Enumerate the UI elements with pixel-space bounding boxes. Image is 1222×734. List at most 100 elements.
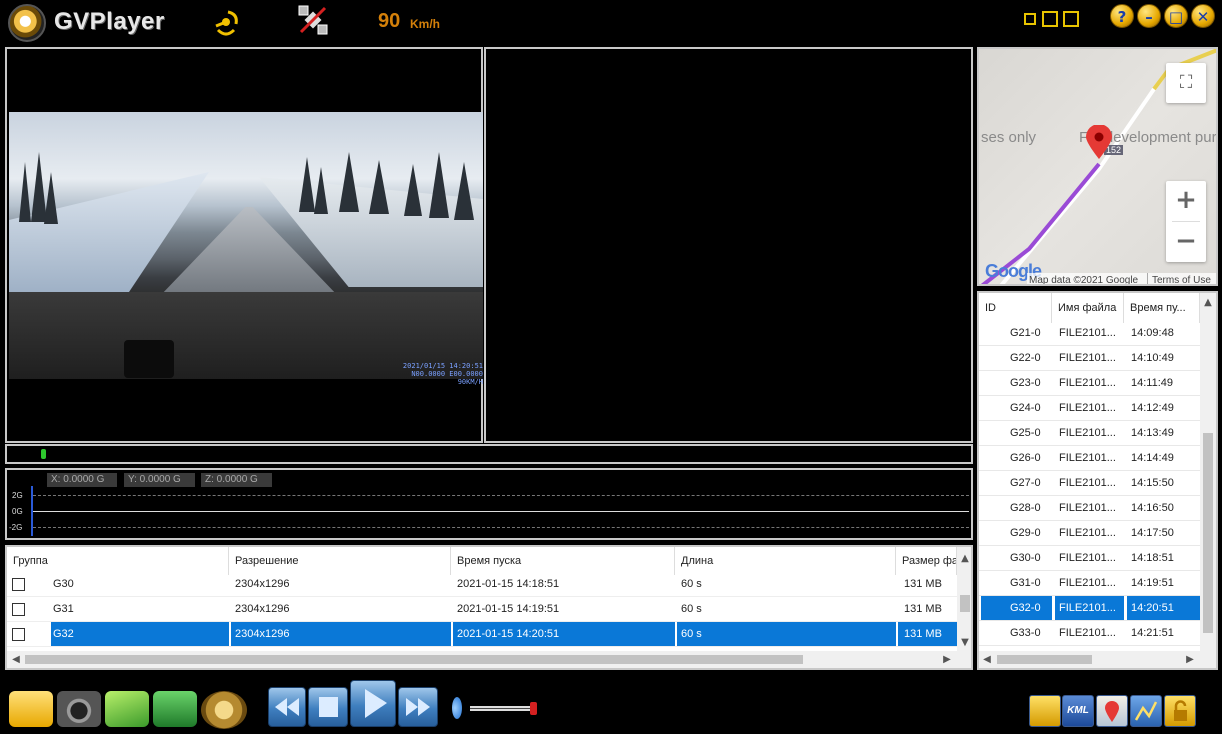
size-cell: 131 MB	[904, 578, 942, 590]
kml-button[interactable]: KML	[1062, 695, 1094, 727]
g-cursor	[31, 486, 33, 536]
scroll-up-arrow[interactable]: ▲	[957, 553, 971, 564]
scroll-left-arrow[interactable]: ◀	[10, 654, 22, 665]
file-list-row[interactable]: G27-0 FILE2101... 14:15:50	[979, 471, 1200, 496]
scroll-up-arrow[interactable]: ▲	[1200, 297, 1216, 308]
g-scale-mid: 0G	[12, 507, 23, 516]
rear-camera-view[interactable]	[484, 47, 973, 443]
satellite-icon	[298, 5, 328, 35]
scroll-left-arrow[interactable]: ◀	[981, 654, 993, 665]
fullscreen-button[interactable]: ⛶	[1166, 63, 1206, 103]
file-name: FILE2101...	[1059, 452, 1116, 464]
scroll-right-arrow[interactable]: ▶	[941, 654, 953, 665]
file-list-row[interactable]: G24-0 FILE2101... 14:12:49	[979, 396, 1200, 421]
file-list-row[interactable]: G33-0 FILE2101... 14:21:51	[979, 621, 1200, 646]
settings-gear-icon[interactable]	[201, 691, 247, 729]
vertical-scrollbar[interactable]: ▲ ▼	[957, 547, 971, 651]
column-header-id[interactable]: ID	[979, 293, 1052, 323]
file-name: FILE2101...	[1059, 352, 1116, 364]
file-list-row[interactable]: G23-0 FILE2101... 14:11:49	[979, 371, 1200, 396]
file-list-row[interactable]: G28-0 FILE2101... 14:16:50	[979, 496, 1200, 521]
timeline-position-marker[interactable]	[41, 449, 46, 459]
file-list-row[interactable]: G31-0 FILE2101... 14:19:51	[979, 571, 1200, 596]
open-folder-icon[interactable]	[9, 691, 53, 727]
close-button[interactable]: ✕	[1191, 4, 1215, 28]
file-time: 14:15:50	[1131, 477, 1174, 489]
file-name: FILE2101...	[1055, 596, 1124, 620]
map-view[interactable]: ses only Fo development pur 152 ⛶ + − Go…	[977, 47, 1218, 286]
column-header-resolution[interactable]: Разрешение	[229, 547, 451, 575]
map-button[interactable]	[1096, 695, 1128, 727]
scroll-down-arrow[interactable]: ▼	[957, 637, 971, 648]
save-disk-icon[interactable]	[105, 691, 149, 727]
file-list: ID Имя файла Время пу... G21-0 FILE2101..…	[977, 291, 1218, 670]
file-list-row[interactable]: G26-0 FILE2101... 14:14:49	[979, 446, 1200, 471]
horizontal-scrollbar[interactable]: ◀ ▶	[7, 651, 971, 668]
column-header-filename[interactable]: Имя файла	[1052, 293, 1124, 323]
group-cell: G32	[51, 622, 229, 646]
size-cell: 131 MB	[904, 603, 942, 615]
maximize-button[interactable]: □	[1164, 4, 1188, 28]
scroll-thumb[interactable]	[960, 595, 970, 612]
size-cell: 131 MB	[898, 622, 957, 646]
scroll-thumb[interactable]	[25, 655, 803, 664]
g-scale-bot: -2G	[9, 523, 23, 532]
column-header-time[interactable]: Время пу...	[1124, 293, 1200, 323]
zoom-control: + −	[1166, 181, 1206, 262]
graph-button[interactable]	[1130, 695, 1162, 727]
table-row[interactable]: G32 2304x1296 2021-01-15 14:20:51 60 s 131 M…	[7, 622, 957, 647]
vertical-scrollbar[interactable]: ▲	[1200, 293, 1216, 651]
front-camera-view[interactable]: 2021/01/15 14:20:51 N00.0000 E00.0000 90…	[5, 47, 483, 443]
layout-map-button[interactable]	[1063, 11, 1079, 27]
layout-dual-button[interactable]	[1042, 11, 1058, 27]
file-list-row[interactable]: G30-0 FILE2101... 14:18:51	[979, 546, 1200, 571]
recycle-bin-icon[interactable]	[153, 691, 197, 727]
g-gridline	[33, 527, 969, 528]
g-zero-line	[33, 511, 969, 512]
volume-slider[interactable]	[470, 706, 536, 711]
file-list-row[interactable]: G32-0 FILE2101... 14:20:51	[979, 596, 1200, 621]
minimize-button[interactable]: –	[1137, 4, 1161, 28]
column-header-length[interactable]: Длина	[675, 547, 896, 575]
file-time: 14:10:49	[1131, 352, 1174, 364]
stop-button[interactable]	[308, 687, 348, 727]
row-checkbox[interactable]	[12, 603, 25, 616]
file-list-row[interactable]: G22-0 FILE2101... 14:10:49	[979, 346, 1200, 371]
layout-single-button[interactable]	[1024, 13, 1036, 25]
table-row[interactable]: G31 2304x1296 2021-01-15 14:19:51 60 s 131 M…	[7, 597, 957, 622]
scroll-thumb[interactable]	[997, 655, 1092, 664]
playback-timeline[interactable]	[5, 444, 973, 464]
export-button[interactable]	[1029, 695, 1061, 727]
column-header-start-time[interactable]: Время пуска	[451, 547, 675, 575]
zoom-in-button[interactable]: +	[1166, 181, 1206, 221]
speed-value: 90	[378, 10, 401, 32]
column-header-group[interactable]: Группа	[7, 547, 229, 575]
volume-slider-knob[interactable]	[530, 702, 537, 715]
scroll-right-arrow[interactable]: ▶	[1184, 654, 1196, 665]
play-button[interactable]	[350, 680, 396, 727]
lock-icon	[1174, 700, 1187, 721]
gps-signal-icon	[215, 10, 238, 36]
scroll-thumb[interactable]	[1203, 433, 1213, 633]
map-label: ses only	[981, 129, 1037, 146]
volume-icon[interactable]	[452, 697, 462, 719]
horizontal-scrollbar[interactable]: ◀ ▶	[979, 651, 1216, 668]
file-list-row[interactable]: G29-0 FILE2101... 14:17:50	[979, 521, 1200, 546]
camera-snapshot-icon[interactable]	[57, 691, 101, 727]
row-checkbox[interactable]	[12, 628, 25, 641]
table-row[interactable]: G30 2304x1296 2021-01-15 14:18:51 60 s 131 M…	[7, 572, 957, 597]
terms-link[interactable]: Terms of Use	[1147, 273, 1211, 284]
file-list-row[interactable]: G25-0 FILE2101... 14:13:49	[979, 421, 1200, 446]
length-cell: 60 s	[681, 603, 702, 615]
rewind-button[interactable]	[268, 687, 306, 727]
help-button[interactable]: ?	[1110, 4, 1134, 28]
g-z-readout: Z: 0.0000 G	[201, 473, 272, 487]
zoom-out-button[interactable]: −	[1166, 222, 1206, 262]
lock-button[interactable]	[1164, 695, 1196, 727]
fast-forward-button[interactable]	[398, 687, 438, 727]
file-time: 14:09:48	[1131, 327, 1174, 339]
row-checkbox[interactable]	[12, 578, 25, 591]
column-header-size[interactable]: Размер фай	[896, 547, 957, 575]
file-name: FILE2101...	[1059, 627, 1116, 639]
file-list-row[interactable]: G21-0 FILE2101... 14:09:48	[979, 321, 1200, 346]
